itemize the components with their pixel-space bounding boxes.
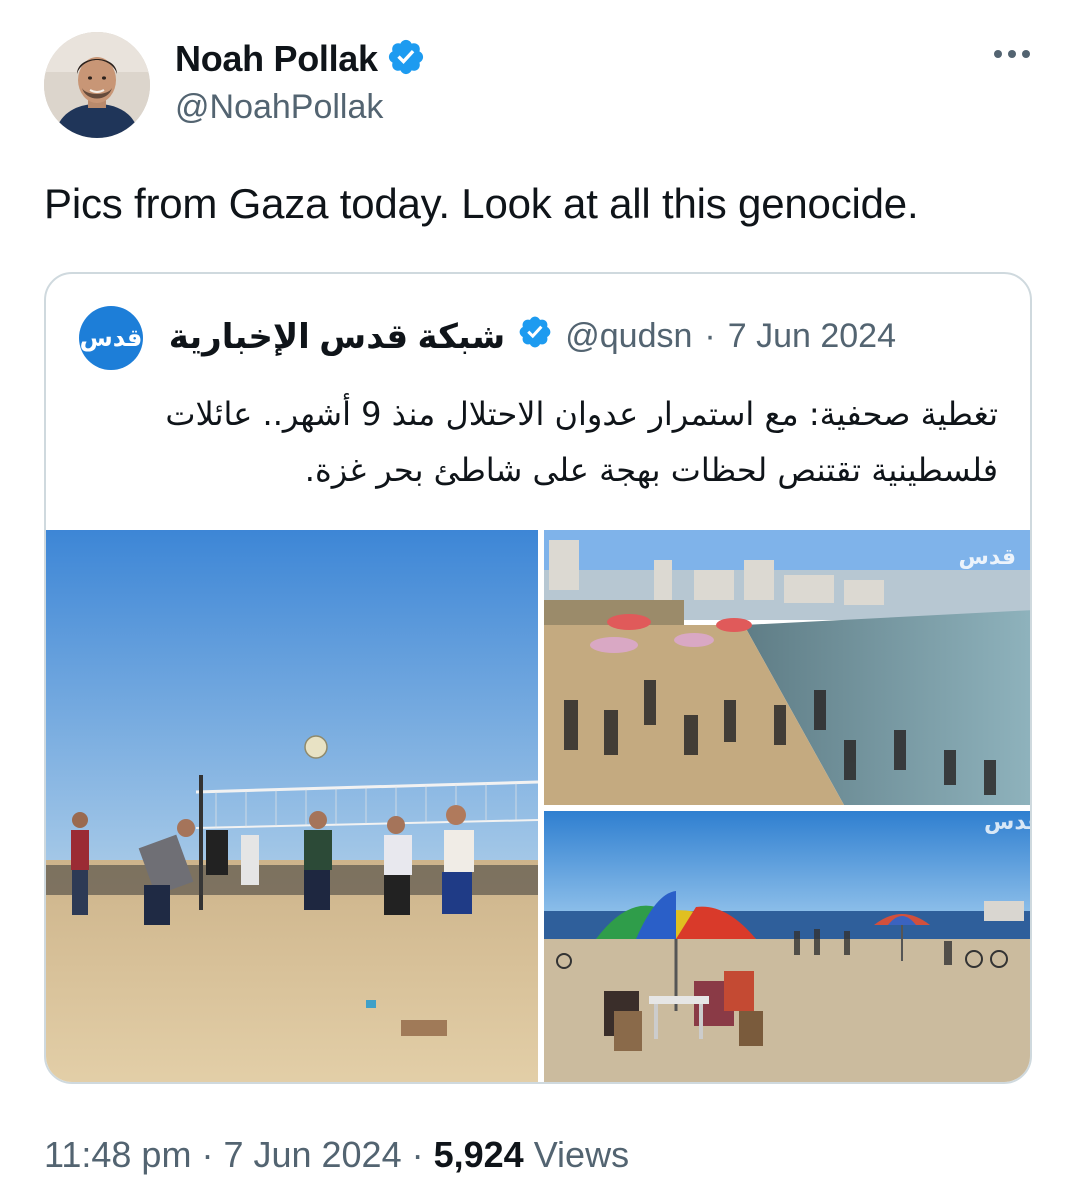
- author-display-name[interactable]: Noah Pollak: [175, 38, 378, 80]
- photo-family-umbrella[interactable]: قدس: [544, 811, 1032, 1082]
- author-avatar[interactable]: [44, 32, 150, 138]
- tweet-time[interactable]: 11:48 pm: [44, 1134, 191, 1176]
- quoted-tweet-card[interactable]: قدس شبكة قدس الإخبارية @qudsn · 7 Jun 20…: [44, 272, 1032, 1084]
- quoted-separator: ·: [704, 317, 716, 355]
- quoted-handle[interactable]: @qudsn: [565, 317, 692, 356]
- views-count[interactable]: 5,924: [434, 1134, 524, 1176]
- tweet-text: Pics from Gaza today. Look at all this g…: [44, 180, 919, 227]
- watermark-logo: قدس: [984, 811, 1032, 835]
- photo-crowded-beach[interactable]: قدس: [544, 530, 1030, 805]
- quoted-display-name[interactable]: شبكة قدس الإخبارية: [169, 317, 506, 357]
- author-name-row: Noah Pollak: [175, 36, 426, 82]
- more-options-icon[interactable]: [992, 46, 1032, 67]
- tweet-date[interactable]: 7 Jun 2024: [223, 1134, 401, 1176]
- quoted-text: تغطية صحفية: مع استمرار عدوان الاحتلال م…: [98, 386, 998, 498]
- verified-badge-icon: [386, 37, 426, 82]
- quoted-date[interactable]: 7 Jun 2024: [728, 317, 896, 356]
- author-handle[interactable]: @NoahPollak: [175, 88, 383, 127]
- quoted-avatar-logo: قدس: [79, 324, 143, 352]
- footer-separator: ·: [411, 1134, 424, 1175]
- views-label: Views: [533, 1134, 630, 1175]
- footer-separator: ·: [201, 1134, 214, 1175]
- quoted-text-line: فلسطينية تقتنص لحظات بهجة على شاطئ بحر غ…: [304, 451, 998, 489]
- verified-badge-icon: [517, 314, 553, 359]
- avatar-photo: [44, 32, 150, 138]
- watermark-logo: قدس: [959, 545, 1016, 570]
- photo-beach-volleyball[interactable]: [46, 530, 538, 1082]
- quoted-avatar[interactable]: قدس: [79, 306, 143, 370]
- tweet-footer: 11:48 pm · 7 Jun 2024 · 5,924 Views: [44, 1134, 629, 1176]
- quoted-header: شبكة قدس الإخبارية @qudsn · 7 Jun 2024: [169, 314, 896, 359]
- quoted-text-line: تغطية صحفية: مع استمرار عدوان الاحتلال م…: [165, 395, 998, 433]
